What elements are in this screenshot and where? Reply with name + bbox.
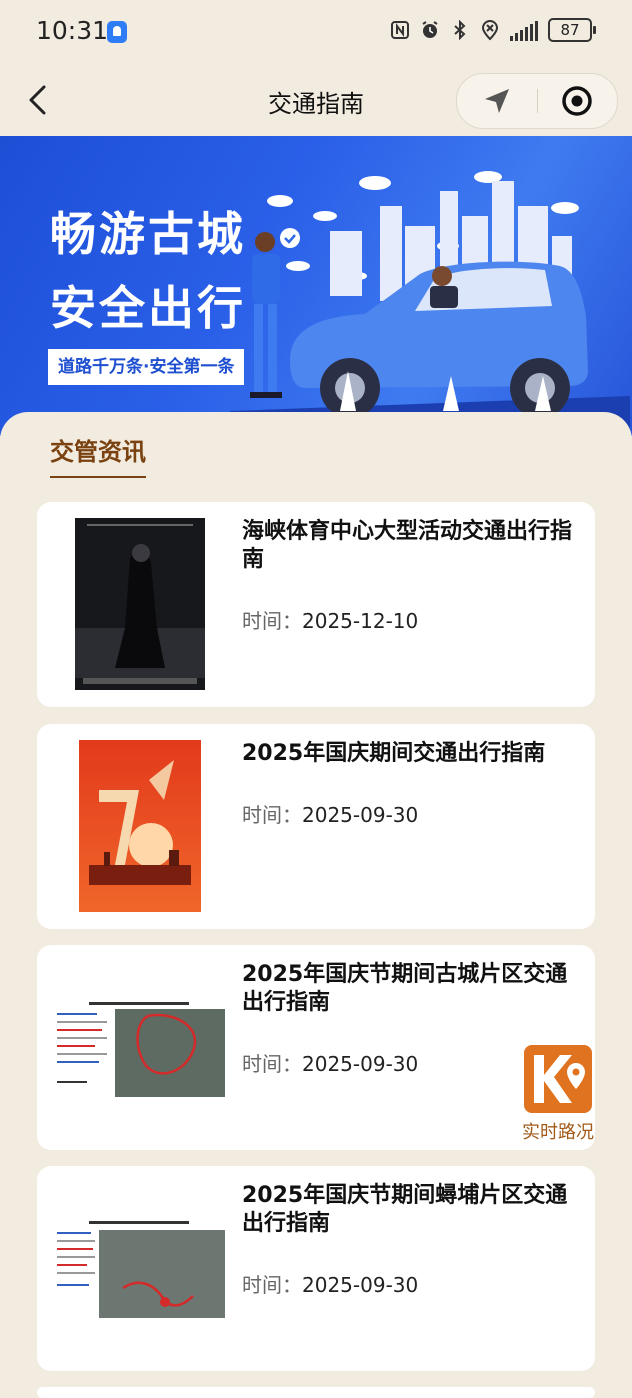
article-card[interactable]: 2025年国庆节期间古城片区交通出行指南 时间：2025-09-30	[37, 945, 595, 1150]
article-time: 时间：2025-09-30	[242, 1048, 418, 1077]
system-icons: 87	[390, 18, 596, 42]
map-pin-k-icon	[534, 1055, 585, 1103]
close-mini-program-button[interactable]	[537, 74, 617, 128]
alarm-icon	[422, 21, 438, 38]
concert-poster-thumbnail	[75, 518, 205, 690]
status-time: 10:31	[36, 16, 109, 45]
traffic-safety-illustration	[230, 171, 630, 436]
article-card[interactable]: 2025年国庆期间交通出行指南 时间：2025-09-30	[37, 724, 595, 929]
national-day-poster-thumbnail	[79, 740, 201, 912]
section-title: 交管资讯	[50, 432, 146, 478]
target-circle-icon	[562, 86, 592, 116]
time-label: 时间：	[242, 1052, 302, 1076]
live-traffic-icon	[524, 1045, 592, 1113]
article-time: 时间：2025-09-30	[242, 1269, 418, 1298]
article-card[interactable]: 2025年国庆节期间蟳埔片区交通出行指南 时间：2025-09-30	[37, 1166, 595, 1371]
signal-icon	[510, 19, 538, 41]
mini-program-capsule	[456, 73, 618, 129]
xunpu-traffic-map-thumbnail	[53, 1218, 225, 1318]
nav-bar: 交通指南	[0, 64, 632, 136]
article-title: 2025年国庆节期间蟳埔片区交通出行指南	[242, 1183, 568, 1236]
article-title: 海峡体育中心大型活动交通出行指南	[242, 519, 573, 572]
article-time: 时间：2025-09-30	[242, 799, 418, 828]
hero-banner: 畅游古城 安全出行 道路千万条·安全第一条	[0, 136, 632, 436]
banner-slogan: 道路千万条·安全第一条	[48, 349, 245, 385]
time-label: 时间：	[242, 803, 302, 827]
banner-headline-1: 畅游古城	[50, 207, 246, 261]
battery-icon: 87	[548, 18, 596, 42]
time-label: 时间：	[242, 1273, 302, 1297]
location-icon	[481, 20, 499, 41]
article-card[interactable]: 海峡体育中心大型活动交通出行指南 时间：2025-12-10	[37, 502, 595, 707]
status-bar: 10:31 87	[0, 0, 632, 64]
article-title: 2025年国庆期间交通出行指南	[242, 741, 546, 766]
ancient-city-traffic-map-thumbnail	[53, 1001, 225, 1097]
article-card[interactable]	[37, 1387, 595, 1398]
article-time: 时间：2025-12-10	[242, 605, 418, 634]
live-traffic-button[interactable]: 实时路况	[516, 1045, 598, 1145]
content-panel: 交管资讯 海峡体育中心大型活动交通出行指南 时间：2025-12-10 2025…	[0, 412, 632, 1398]
article-date: 2025-09-30	[302, 1273, 419, 1297]
nfc-icon	[391, 21, 409, 39]
article-date: 2025-09-30	[302, 1052, 419, 1076]
article-date: 2025-09-30	[302, 803, 419, 827]
time-label: 时间：	[242, 609, 302, 633]
live-traffic-label: 实时路况	[522, 1122, 594, 1143]
bluetooth-icon	[454, 19, 466, 41]
article-date: 2025-12-10	[302, 609, 419, 633]
share-location-button[interactable]	[457, 74, 537, 128]
navigation-arrow-icon	[485, 89, 509, 113]
notification-bell-icon	[107, 21, 127, 43]
article-title: 2025年国庆节期间古城片区交通出行指南	[242, 962, 568, 1015]
banner-headline-2: 安全出行	[50, 281, 246, 335]
